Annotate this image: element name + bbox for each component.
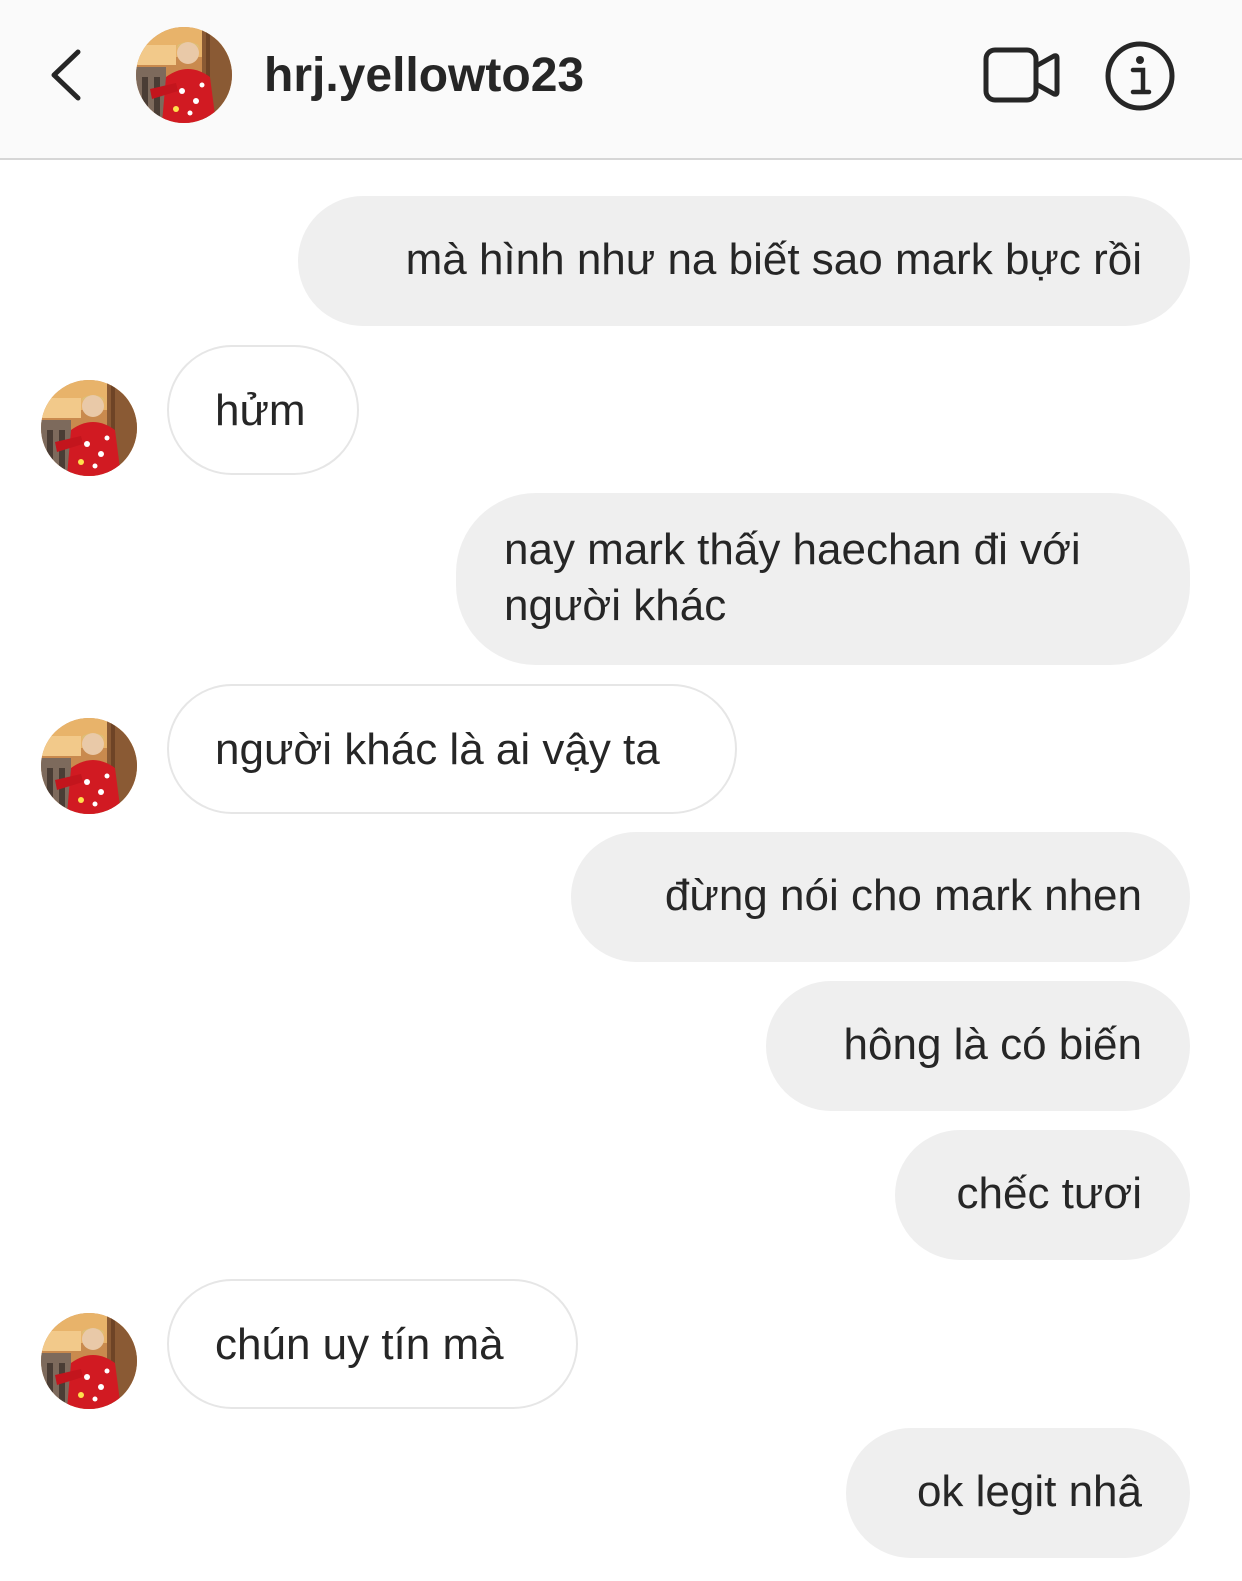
video-camera-icon	[983, 47, 1060, 103]
header-avatar[interactable]	[136, 27, 232, 123]
message-bubble-outgoing[interactable]: nay mark thấy haechan đi với người khác	[456, 493, 1190, 665]
sender-avatar[interactable]	[41, 1313, 137, 1409]
info-button[interactable]	[1104, 40, 1176, 112]
back-button[interactable]	[40, 40, 100, 110]
sender-avatar[interactable]	[41, 718, 137, 814]
avatar-image	[41, 380, 137, 476]
chat-header: hrj.yellowto23	[0, 0, 1242, 160]
avatar-image	[136, 27, 232, 123]
message-bubble-outgoing[interactable]: chếc tươi	[895, 1130, 1190, 1260]
avatar-image	[41, 718, 137, 814]
chevron-left-icon	[51, 49, 81, 101]
message-bubble-outgoing[interactable]: hông là có biến	[766, 981, 1190, 1111]
info-icon	[1105, 41, 1175, 111]
message-bubble-incoming[interactable]: hửm	[167, 345, 359, 475]
chat-username[interactable]: hrj.yellowto23	[264, 46, 584, 106]
message-bubble-incoming[interactable]: chún uy tín mà	[167, 1279, 578, 1409]
message-bubble-incoming[interactable]: người khác là ai vậy ta	[167, 684, 737, 814]
avatar-image	[41, 1313, 137, 1409]
message-bubble-outgoing[interactable]: mà hình như na biết sao mark bực rồi	[298, 196, 1190, 326]
message-bubble-outgoing[interactable]: đừng nói cho mark nhen	[571, 832, 1190, 962]
video-call-button[interactable]	[982, 44, 1060, 106]
message-bubble-outgoing[interactable]: ok legit nhâ	[846, 1428, 1190, 1558]
sender-avatar[interactable]	[41, 380, 137, 476]
